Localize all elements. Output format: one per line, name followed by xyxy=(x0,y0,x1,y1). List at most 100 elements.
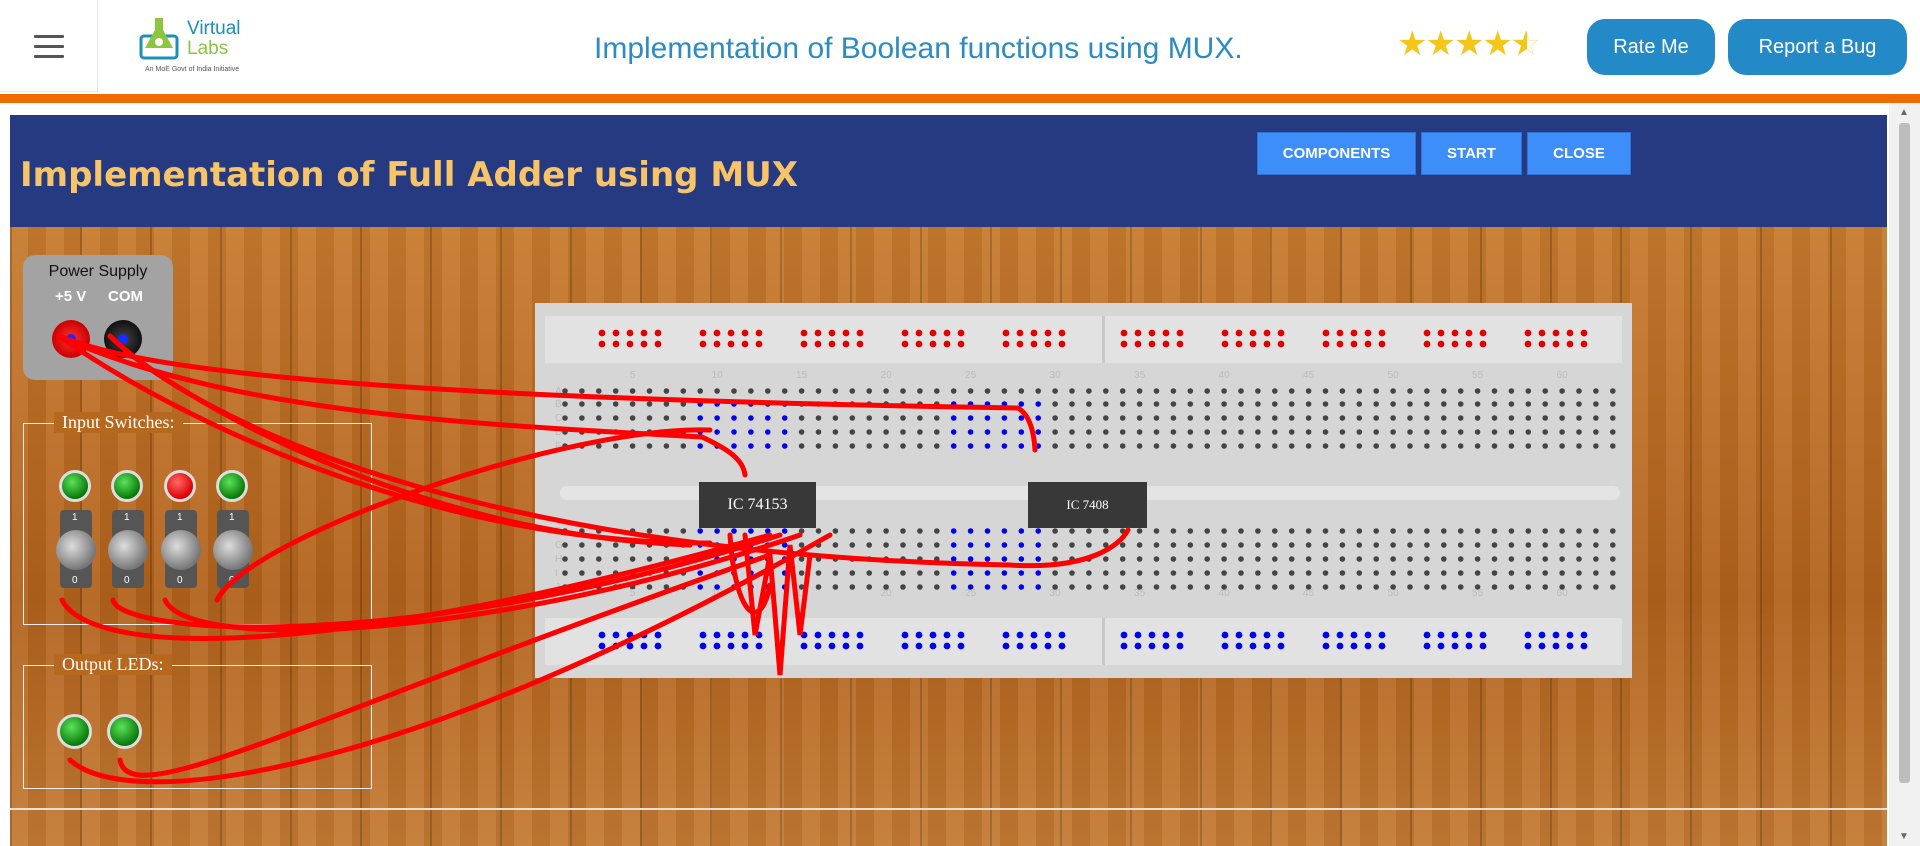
breadboard-hole xyxy=(832,556,839,562)
toggle-switch-a[interactable]: 10 xyxy=(56,510,96,588)
scrollbar[interactable]: ▲ ▼ xyxy=(1889,103,1920,846)
virtual-labs-logo[interactable]: Virtual Labs An MoE Govt of India Initia… xyxy=(137,14,257,78)
breadboard-hole xyxy=(1018,528,1025,534)
components-button[interactable]: COMPONENTS xyxy=(1257,132,1416,175)
breadboard-hole xyxy=(680,401,687,407)
breadboard-hole xyxy=(1069,429,1075,435)
breadboard-hole xyxy=(1136,556,1143,562)
breadboard-hole xyxy=(1001,570,1008,576)
logo-flask-icon xyxy=(139,18,179,60)
breadboard-hole xyxy=(1491,429,1498,435)
breadboard-hole xyxy=(950,443,957,449)
toggle-switch-d[interactable]: 10 xyxy=(213,510,253,588)
breadboard-hole xyxy=(1373,584,1379,590)
breadboard-hole xyxy=(1491,415,1498,421)
breadboard-hole xyxy=(1610,528,1616,534)
breadboard-hole xyxy=(900,584,906,590)
breadboard-hole xyxy=(1221,584,1227,590)
breadboard-hole xyxy=(866,401,872,407)
breadboard-hole xyxy=(1542,429,1548,435)
scrollbar-thumb[interactable] xyxy=(1899,123,1910,783)
breadboard-hole xyxy=(1356,542,1363,548)
breadboard-hole xyxy=(866,570,872,576)
breadboard-hole xyxy=(1103,542,1109,548)
breadboard-hole xyxy=(1238,556,1244,562)
hamburger-icon[interactable] xyxy=(0,0,98,92)
breadboard-hole xyxy=(1001,443,1008,449)
breadboard-hole xyxy=(1001,388,1008,394)
breadboard-hole xyxy=(731,443,737,449)
breadboard-hole xyxy=(1373,443,1379,449)
report-bug-button[interactable]: Report a Bug xyxy=(1728,19,1907,75)
ic-7408-chip[interactable]: IC 7408 xyxy=(1028,482,1147,528)
com-terminal[interactable] xyxy=(104,320,142,358)
breadboard-hole xyxy=(1508,528,1515,534)
breadboard-hole xyxy=(1153,401,1160,407)
breadboard-hole xyxy=(680,443,687,449)
breadboard-hole xyxy=(663,443,670,449)
breadboard-hole xyxy=(1136,388,1143,394)
breadboard-hole xyxy=(629,388,636,394)
plus-5v-terminal[interactable] xyxy=(52,320,90,358)
breadboard-hole xyxy=(1407,528,1413,534)
breadboard-hole xyxy=(815,443,822,449)
breadboard-hole xyxy=(1305,556,1312,562)
breadboard-row-letter: B xyxy=(555,399,562,410)
breadboard-hole xyxy=(1136,429,1143,435)
breadboard-hole xyxy=(1339,584,1346,590)
breadboard-hole xyxy=(1069,528,1075,534)
breadboard-hole xyxy=(1305,388,1312,394)
close-button[interactable]: CLOSE xyxy=(1527,132,1631,175)
breadboard-hole xyxy=(1119,528,1126,534)
toggle-switch-b[interactable]: 10 xyxy=(108,510,148,588)
breadboard-column-number: 40 xyxy=(1219,588,1231,599)
breadboard-hole xyxy=(1119,542,1126,548)
breadboard-column-number: 40 xyxy=(1219,370,1231,381)
breadboard-hole xyxy=(1474,570,1481,576)
breadboard-hole xyxy=(849,528,856,534)
breadboard-hole xyxy=(832,401,839,407)
ic-74153-chip[interactable]: IC 74153 xyxy=(699,482,816,528)
breadboard-hole xyxy=(629,429,636,435)
breadboard-hole xyxy=(1001,401,1008,407)
breadboard-hole xyxy=(1339,556,1346,562)
breadboard-hole xyxy=(967,401,974,407)
breadboard-hole xyxy=(1593,570,1599,576)
breadboard-hole xyxy=(562,388,568,394)
breadboard-hole xyxy=(1288,584,1295,590)
breadboard-hole xyxy=(1221,556,1227,562)
breadboard-hole xyxy=(1322,388,1329,394)
breadboard-hole xyxy=(883,584,889,590)
breadboard-hole xyxy=(714,429,720,435)
breadboard-hole xyxy=(765,415,771,421)
breadboard-hole xyxy=(950,401,957,407)
breadboard-hole xyxy=(1204,401,1210,407)
breadboard-hole xyxy=(917,401,923,407)
breadboard-hole xyxy=(1035,556,1041,562)
breadboard-hole xyxy=(680,584,687,590)
breadboard-hole xyxy=(1424,443,1430,449)
breadboard-hole xyxy=(1305,528,1312,534)
breadboard-hole xyxy=(765,570,771,576)
breadboard-hole xyxy=(1593,415,1599,421)
breadboard-hole xyxy=(1187,556,1194,562)
breadboard-hole xyxy=(646,388,653,394)
breadboard-hole xyxy=(934,556,940,562)
breadboard-hole xyxy=(832,429,839,435)
scroll-up-icon[interactable]: ▲ xyxy=(1899,107,1909,118)
scroll-down-icon[interactable]: ▼ xyxy=(1899,831,1909,842)
breadboard-hole xyxy=(612,584,619,590)
breadboard-hole xyxy=(1238,429,1244,435)
breadboard-hole xyxy=(1525,528,1532,534)
breadboard-hole xyxy=(798,570,805,576)
breadboard-hole xyxy=(798,388,805,394)
breadboard-hole xyxy=(1356,528,1363,534)
start-button[interactable]: START xyxy=(1421,132,1522,175)
breadboard-hole xyxy=(1136,443,1143,449)
rate-me-button[interactable]: Rate Me xyxy=(1587,19,1715,75)
breadboard-hole xyxy=(1204,570,1210,576)
breadboard-hole xyxy=(798,443,805,449)
breadboard-hole xyxy=(1542,528,1548,534)
breadboard-hole xyxy=(1052,415,1058,421)
toggle-switch-c[interactable]: 10 xyxy=(161,510,201,588)
